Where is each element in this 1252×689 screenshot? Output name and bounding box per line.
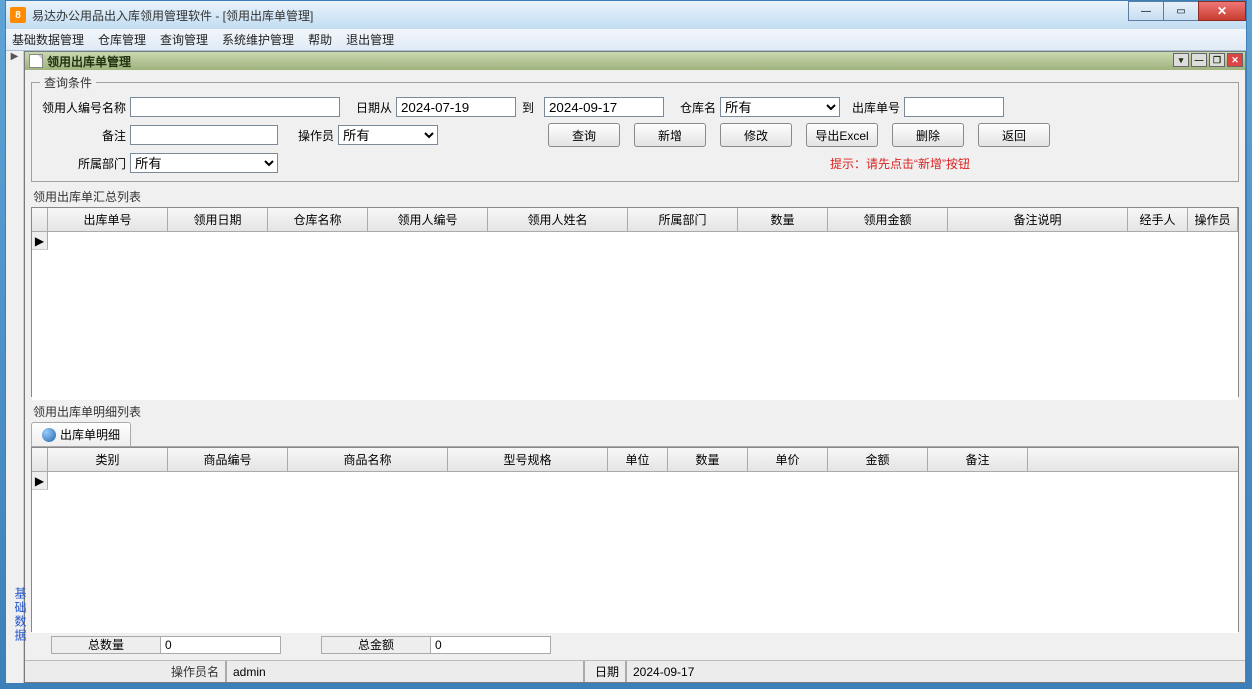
dcol-price[interactable]: 单价	[748, 448, 828, 471]
dcol-amount[interactable]: 金额	[828, 448, 928, 471]
document-icon	[29, 54, 43, 68]
total-qty-value: 0	[161, 636, 281, 654]
detail-grid[interactable]: 类别 商品编号 商品名称 型号规格 单位 数量 单价 金额 备注	[31, 447, 1239, 632]
total-amt-value: 0	[431, 636, 551, 654]
status-op-value: admin	[225, 661, 585, 682]
summary-grid[interactable]: 出库单号 领用日期 仓库名称 领用人编号 领用人姓名 所属部门 数量 领用金额 …	[31, 207, 1239, 397]
side-arrow-icon[interactable]: ▶	[6, 51, 23, 62]
export-button[interactable]: 导出Excel	[806, 123, 878, 147]
col-dept[interactable]: 所属部门	[628, 208, 738, 231]
menu-query[interactable]: 查询管理	[160, 31, 208, 48]
operator-label: 操作员	[284, 127, 334, 144]
side-vertical-text[interactable]: 基础数据	[12, 587, 29, 643]
summary-title: 领用出库单汇总列表	[31, 188, 1239, 205]
col-date[interactable]: 领用日期	[168, 208, 268, 231]
globe-icon	[42, 428, 56, 442]
title-bar: 8 易达办公用品出入库领用管理软件 - [领用出库单管理]	[6, 1, 1246, 29]
child-minimize-button[interactable]	[1191, 53, 1207, 67]
dcol-remark[interactable]: 备注	[928, 448, 1028, 471]
app-icon: 8	[10, 7, 26, 23]
child-close-button[interactable]	[1227, 53, 1243, 67]
col-amount[interactable]: 领用金额	[828, 208, 948, 231]
dcol-code[interactable]: 商品编号	[168, 448, 288, 471]
row-indicator-icon: ▶	[32, 232, 48, 250]
menu-basic-data[interactable]: 基础数据管理	[12, 31, 84, 48]
query-legend: 查询条件	[40, 74, 96, 91]
menubar: 基础数据管理 仓库管理 查询管理 系统维护管理 帮助 退出管理	[6, 29, 1246, 51]
menu-exit[interactable]: 退出管理	[346, 31, 394, 48]
warehouse-label: 仓库名	[670, 99, 716, 116]
dcol-qty[interactable]: 数量	[668, 448, 748, 471]
col-handler[interactable]: 经手人	[1128, 208, 1188, 231]
child-title-bar: 领用出库单管理	[25, 52, 1245, 70]
date-to-input[interactable]	[544, 97, 664, 117]
remark-label: 备注	[40, 127, 126, 144]
query-button[interactable]: 查询	[548, 123, 620, 147]
status-date-label: 日期	[585, 663, 625, 680]
docno-input[interactable]	[904, 97, 1004, 117]
remark-input[interactable]	[130, 125, 278, 145]
col-warehouse[interactable]: 仓库名称	[268, 208, 368, 231]
col-docno[interactable]: 出库单号	[48, 208, 168, 231]
operator-select[interactable]: 所有	[338, 125, 438, 145]
requester-label: 领用人编号名称	[40, 99, 126, 116]
requester-input[interactable]	[130, 97, 340, 117]
edit-button[interactable]: 修改	[720, 123, 792, 147]
tab-detail[interactable]: 出库单明细	[31, 422, 131, 446]
close-button[interactable]	[1198, 1, 1246, 21]
menu-help[interactable]: 帮助	[308, 31, 332, 48]
status-bar: 操作员名 admin 日期 2024-09-17	[25, 660, 1245, 682]
date-to-label: 到	[516, 99, 540, 116]
docno-label: 出库单号	[844, 99, 900, 116]
totals-bar: 总数量 0 总金额 0	[31, 634, 1239, 656]
child-restore-button[interactable]	[1209, 53, 1225, 67]
dcol-category[interactable]: 类别	[48, 448, 168, 471]
child-dropdown-button[interactable]	[1173, 53, 1189, 67]
menu-system[interactable]: 系统维护管理	[222, 31, 294, 48]
col-reqname[interactable]: 领用人姓名	[488, 208, 628, 231]
dcol-unit[interactable]: 单位	[608, 448, 668, 471]
status-date-value: 2024-09-17	[625, 661, 1245, 682]
row-indicator-icon: ▶	[32, 472, 48, 490]
col-operator[interactable]: 操作员	[1188, 208, 1238, 231]
detail-title: 领用出库单明细列表	[31, 403, 1239, 420]
minimize-button[interactable]	[1128, 1, 1164, 21]
dcol-spec[interactable]: 型号规格	[448, 448, 608, 471]
add-button[interactable]: 新增	[634, 123, 706, 147]
date-from-input[interactable]	[396, 97, 516, 117]
col-qty[interactable]: 数量	[738, 208, 828, 231]
total-qty-label: 总数量	[51, 636, 161, 654]
total-amt-label: 总金额	[321, 636, 431, 654]
maximize-button[interactable]	[1163, 1, 1199, 21]
delete-button[interactable]: 删除	[892, 123, 964, 147]
back-button[interactable]: 返回	[978, 123, 1050, 147]
dept-select[interactable]: 所有	[130, 153, 278, 173]
warehouse-select[interactable]: 所有	[720, 97, 840, 117]
query-panel: 查询条件 领用人编号名称 日期从 到 仓库名 所有 出库单号	[31, 74, 1239, 182]
child-title: 领用出库单管理	[47, 53, 131, 70]
col-remark[interactable]: 备注说明	[948, 208, 1128, 231]
col-reqno[interactable]: 领用人编号	[368, 208, 488, 231]
tab-detail-label: 出库单明细	[60, 426, 120, 443]
dept-label: 所属部门	[40, 155, 126, 172]
detail-tabs: 出库单明细	[31, 422, 1239, 447]
window-title: 易达办公用品出入库领用管理软件 - [领用出库单管理]	[32, 7, 313, 24]
hint-text: 提示：请先点击“新增”按钮	[830, 155, 970, 172]
dcol-name[interactable]: 商品名称	[288, 448, 448, 471]
date-from-label: 日期从	[346, 99, 392, 116]
status-op-label: 操作员名	[25, 663, 225, 680]
menu-warehouse[interactable]: 仓库管理	[98, 31, 146, 48]
